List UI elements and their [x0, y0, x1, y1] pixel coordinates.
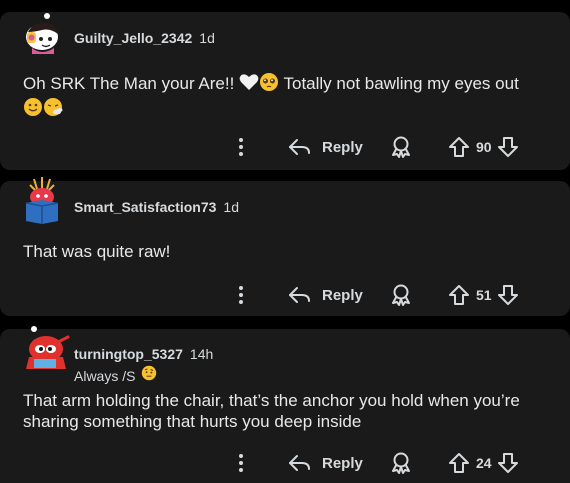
downvote-icon[interactable] — [497, 452, 519, 474]
upvote-icon[interactable] — [448, 136, 470, 158]
award-icon — [389, 283, 413, 307]
reply-button[interactable]: Reply — [288, 448, 363, 478]
award-button[interactable] — [389, 448, 413, 478]
reply-label: Reply — [322, 138, 363, 156]
vote-controls: 90 — [448, 132, 519, 162]
reply-label: Reply — [322, 454, 363, 472]
reply-button[interactable]: Reply — [288, 132, 363, 162]
comment-text: That arm holding the chair, that’s the a… — [23, 391, 520, 431]
comment-header: Smart_Satisfaction73 1d — [20, 173, 239, 224]
award-button[interactable] — [389, 132, 413, 162]
comment-actions: Reply 24 — [0, 448, 570, 478]
more-options-button[interactable] — [235, 448, 247, 478]
snoo-avatar-icon — [26, 13, 58, 54]
award-icon — [389, 135, 413, 159]
more-vertical-icon — [239, 286, 243, 304]
pleading-face-icon — [259, 72, 279, 97]
comment-text: Totally not bawling my eyes out — [283, 73, 519, 93]
reply-button[interactable]: Reply — [288, 280, 363, 310]
comment-timestamp[interactable]: 1d — [199, 30, 215, 46]
user-avatar[interactable] — [20, 173, 68, 224]
vote-controls: 51 — [448, 280, 519, 310]
comment-card: Guilty_Jello_2342 1d Oh SRK The Man your… — [0, 12, 570, 170]
award-icon — [389, 451, 413, 475]
vote-score: 90 — [476, 139, 492, 155]
comment-text: That was quite raw! — [23, 242, 171, 261]
snoo-avatar-icon — [25, 177, 59, 224]
more-options-button[interactable] — [235, 132, 247, 162]
comment-author[interactable]: Guilty_Jello_2342 — [74, 30, 192, 46]
more-vertical-icon — [239, 454, 243, 472]
vote-controls: 24 — [448, 448, 519, 478]
comment-actions: Reply 51 — [0, 280, 570, 310]
upvote-icon[interactable] — [448, 284, 470, 306]
comment-body: That was quite raw! — [23, 241, 553, 262]
reply-arrow-icon — [288, 453, 312, 473]
face-with-steam-icon — [43, 97, 63, 122]
comment-author[interactable]: turningtop_5327 — [74, 346, 183, 362]
slightly-smiling-face-icon — [23, 97, 43, 122]
downvote-icon[interactable] — [497, 284, 519, 306]
downvote-icon[interactable] — [497, 136, 519, 158]
comment-header: turningtop_5327 14h Always /S — [20, 323, 213, 386]
reply-label: Reply — [322, 286, 363, 304]
snoo-avatar-icon — [26, 326, 70, 369]
comment-body: Oh SRK The Man your Are!! Totally not ba… — [23, 72, 553, 122]
vote-score: 51 — [476, 287, 492, 303]
comment-timestamp[interactable]: 14h — [190, 346, 213, 362]
award-button[interactable] — [389, 280, 413, 310]
comment-card: Smart_Satisfaction73 1d That was quite r… — [0, 177, 570, 316]
comment-card: turningtop_5327 14h Always /S That arm h… — [0, 326, 570, 483]
face-with-raised-eyebrow-icon — [141, 365, 157, 386]
reply-arrow-icon — [288, 137, 312, 157]
user-flair: Always /S — [74, 367, 136, 384]
comment-text: Oh SRK The Man your Are!! — [23, 73, 235, 93]
upvote-icon[interactable] — [448, 452, 470, 474]
vote-score: 24 — [476, 455, 492, 471]
comment-header: Guilty_Jello_2342 1d — [20, 8, 215, 56]
user-avatar[interactable] — [20, 323, 70, 371]
user-avatar[interactable] — [20, 8, 68, 56]
comment-body: That arm holding the chair, that’s the a… — [23, 390, 553, 432]
comment-timestamp[interactable]: 1d — [223, 199, 239, 215]
comment-author[interactable]: Smart_Satisfaction73 — [74, 199, 216, 215]
reply-arrow-icon — [288, 285, 312, 305]
more-vertical-icon — [239, 138, 243, 156]
more-options-button[interactable] — [235, 280, 247, 310]
white-heart-icon — [239, 73, 259, 96]
comment-actions: Reply 90 — [0, 132, 570, 162]
